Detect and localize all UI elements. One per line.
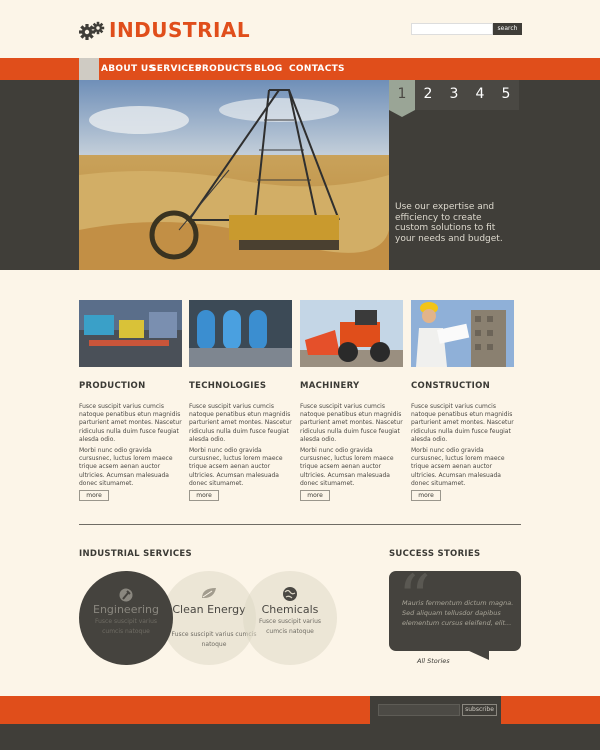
search-form: search — [411, 23, 522, 35]
slider-page-2[interactable]: 2 — [415, 80, 441, 110]
header: INDUSTRIAL search — [0, 0, 600, 58]
card-construction: CONSTRUCTION Fusce suscipit varius cumci… — [411, 300, 514, 501]
nav-item-products[interactable]: PRODUCTS — [195, 58, 253, 80]
testimonial-text: Mauris fermentum dictum magna. Sed aliqu… — [402, 599, 514, 627]
nav-item-services[interactable]: SERVICES — [150, 58, 202, 80]
card-text: Fusce suscipit varius cumcis natoque pen… — [79, 403, 182, 443]
card-title: MACHINERY — [300, 381, 360, 391]
leaf-icon — [200, 585, 218, 604]
slider-page-3[interactable]: 3 — [441, 80, 467, 110]
production-image[interactable] — [79, 300, 182, 367]
more-button[interactable]: more — [411, 490, 441, 501]
card-text-2: Morbi nunc odio gravida cursusnec, luctu… — [79, 447, 173, 487]
logo[interactable]: INDUSTRIAL — [79, 19, 250, 41]
machinery-image[interactable] — [300, 300, 403, 367]
card-technologies: TECHNOLOGIES Fusce suscipit varius cumci… — [189, 300, 292, 501]
all-stories-link[interactable]: All Stories — [417, 657, 450, 665]
service-label: Engineering — [93, 603, 159, 616]
services-title: INDUSTRIAL SERVICES — [79, 549, 192, 559]
slider-pagination: 1 2 3 4 5 — [389, 80, 519, 117]
more-button[interactable]: more — [79, 490, 109, 501]
card-title: PRODUCTION — [79, 381, 146, 391]
success-stories-title: SUCCESS STORIES — [389, 549, 481, 559]
more-button[interactable]: more — [189, 490, 219, 501]
footer-band — [0, 696, 600, 724]
card-title: CONSTRUCTION — [411, 381, 491, 391]
main-nav: ABOUT US SERVICES PRODUCTS BLOG CONTACTS — [0, 58, 600, 80]
slider-page-4[interactable]: 4 — [467, 80, 493, 110]
footer-bottom — [0, 724, 600, 750]
card-text: Fusce suscipit varius cumcis natoque pen… — [411, 403, 514, 443]
service-chemicals[interactable]: Chemicals Fusce suscipit varius cumcis n… — [243, 571, 337, 665]
hero-caption: Use our expertise and efficiency to crea… — [395, 202, 503, 244]
slider-page-1[interactable]: 1 — [389, 80, 415, 117]
service-label: Clean Energy — [172, 603, 246, 616]
subscribe-button[interactable]: subscribe — [462, 704, 497, 716]
service-text: Fusce suscipit varius cumcis natoque — [95, 618, 157, 635]
card-text: Fusce suscipit varius cumcis natoque pen… — [189, 403, 292, 443]
service-clean-energy[interactable]: Clean Energy Fusce suscipit varius cumci… — [162, 571, 256, 665]
card-text-2: Morbi nunc odio gravida cursusnec, luctu… — [189, 447, 283, 487]
card-text: Fusce suscipit varius cumcis natoque pen… — [300, 403, 403, 443]
card-text-2: Morbi nunc odio gravida cursusnec, luctu… — [411, 447, 505, 487]
gears-icon — [79, 19, 105, 41]
nav-item-about-us[interactable]: ABOUT US — [101, 58, 155, 80]
section-divider — [79, 524, 521, 525]
card-text-2: Morbi nunc odio gravida cursusnec, luctu… — [300, 447, 394, 487]
nav-item-blog[interactable]: BLOG — [254, 58, 283, 80]
card-machinery: MACHINERY Fusce suscipit varius cumcis n… — [300, 300, 403, 501]
hero-image — [79, 80, 389, 270]
brand-name: INDUSTRIAL — [109, 18, 251, 42]
service-text: Fusce suscipit varius cumcis natoque — [259, 618, 321, 635]
nav-home-marker[interactable] — [79, 58, 99, 80]
slider-page-5[interactable]: 5 — [493, 80, 519, 110]
testimonial-tail — [467, 650, 489, 660]
search-input[interactable] — [411, 23, 493, 35]
more-button[interactable]: more — [300, 490, 330, 501]
service-engineering[interactable]: Engineering Fusce suscipit varius cumcis… — [79, 571, 173, 665]
service-label: Chemicals — [261, 603, 319, 616]
card-production: PRODUCTION Fusce suscipit varius cumcis … — [79, 300, 182, 501]
nav-item-contacts[interactable]: CONTACTS — [289, 58, 345, 80]
subscribe-email-input[interactable] — [378, 704, 460, 716]
technologies-image[interactable] — [189, 300, 292, 367]
card-title: TECHNOLOGIES — [189, 381, 267, 391]
construction-image[interactable] — [411, 300, 514, 367]
search-button[interactable]: search — [493, 23, 522, 35]
